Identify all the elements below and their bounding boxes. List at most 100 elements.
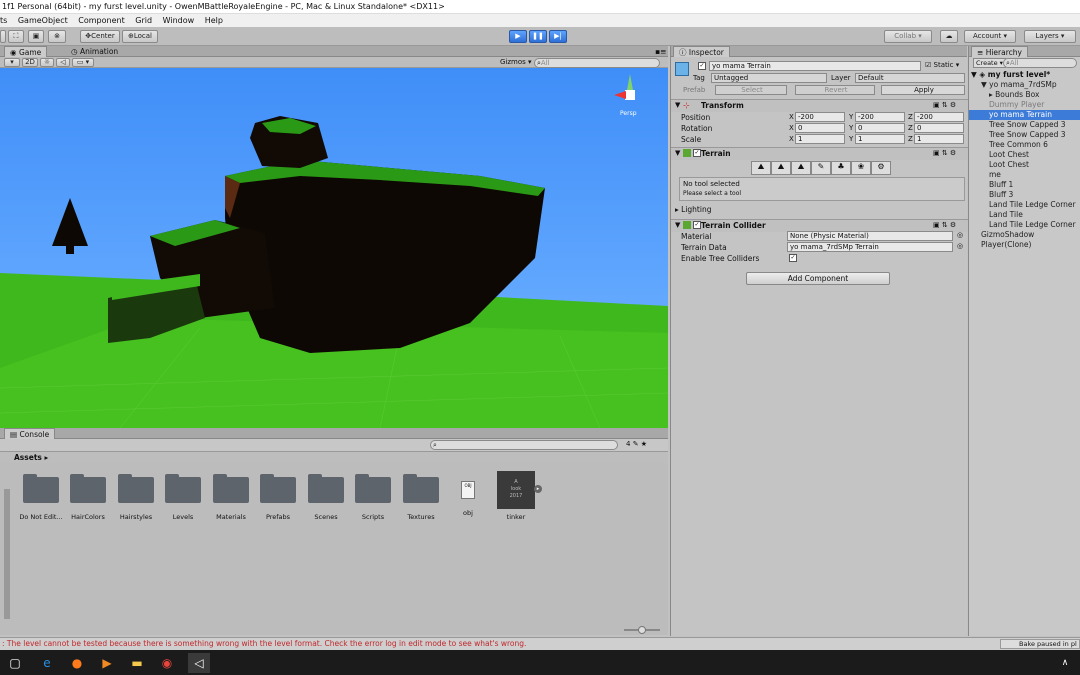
audio-toggle[interactable]: ◁ [56, 58, 70, 67]
rotation-z-field[interactable]: 0 [914, 123, 964, 133]
hand-tool-button[interactable] [0, 30, 6, 43]
collab-button[interactable]: Collab ▾ [884, 30, 932, 43]
account-dropdown[interactable]: Account ▾ [964, 30, 1016, 43]
scale-x-field[interactable]: 1 [795, 134, 845, 144]
hierarchy-item[interactable]: Land Tile Ledge Corner [969, 220, 1080, 230]
rotation-y-field[interactable]: 0 [855, 123, 905, 133]
hierarchy-search-input[interactable]: ⌕All [1003, 58, 1077, 68]
menu-item-grid[interactable]: Grid [135, 16, 152, 25]
filter-icons[interactable]: 4 ✎ ★ [626, 440, 647, 448]
hierarchy-item[interactable]: me [969, 170, 1080, 180]
effects-dropdown[interactable]: ▭ ▾ [72, 58, 94, 67]
component-settings-icon[interactable]: ▣ ⇅ ⚙ [933, 221, 956, 229]
hierarchy-item[interactable]: Tree Snow Capped 3 [969, 120, 1080, 130]
shading-dropdown[interactable]: ▾ [4, 58, 20, 67]
hierarchy-item[interactable]: Loot Chest [969, 160, 1080, 170]
hierarchy-item[interactable]: Loot Chest [969, 150, 1080, 160]
tab-hierarchy[interactable]: ≡ Hierarchy [971, 46, 1028, 57]
pause-button[interactable]: ❚❚ [529, 30, 547, 43]
asset-folder[interactable]: Scenes [303, 474, 349, 521]
scene-gizmo[interactable]: Persp [610, 74, 650, 118]
component-settings-icon[interactable]: ▣ ⇅ ⚙ [933, 149, 956, 157]
static-toggle[interactable]: ☑ Static ▾ [925, 61, 959, 69]
scene-search-input[interactable]: ⌕All [534, 58, 660, 68]
paint-texture-icon[interactable]: ✎ [811, 161, 831, 175]
hierarchy-item[interactable]: GizmoShadow [969, 230, 1080, 240]
file-explorer-icon[interactable]: ▬ [126, 653, 148, 673]
scrollbar[interactable] [4, 489, 10, 619]
layers-dropdown[interactable]: Layers ▾ [1024, 30, 1076, 43]
scale-tool-button[interactable]: ▣ [28, 30, 44, 43]
smooth-height-icon[interactable]: ⛰ [791, 161, 811, 175]
terrain-settings-icon[interactable]: ⚙ [871, 161, 891, 175]
hierarchy-item[interactable]: Land Tile Ledge Corner [969, 200, 1080, 210]
prefab-revert-button[interactable]: Revert [795, 85, 875, 95]
rotation-x-field[interactable]: 0 [795, 123, 845, 133]
pivot-center-button[interactable]: ✥Center [80, 30, 120, 43]
pivot-local-button[interactable]: ⊕Local [122, 30, 158, 43]
component-settings-icon[interactable]: ▣ ⇅ ⚙ [933, 101, 956, 109]
add-component-button[interactable]: Add Component [746, 272, 890, 285]
hierarchy-item[interactable]: Player(Clone) [969, 240, 1080, 250]
lighting-toggle[interactable]: ☼ [40, 58, 54, 67]
scale-z-field[interactable]: 1 [914, 134, 964, 144]
asset-folder[interactable]: Materials [208, 474, 254, 521]
asset-folder[interactable]: Do Not Edit... [18, 474, 64, 521]
task-view-icon[interactable]: ▢ [4, 653, 26, 673]
hierarchy-item[interactable]: Tree Snow Capped 3 [969, 130, 1080, 140]
asset-folder[interactable]: Scripts [350, 474, 396, 521]
raise-terrain-icon[interactable]: ⛰ [751, 161, 771, 175]
chrome-icon[interactable]: ◉ [156, 653, 178, 673]
rect-tool-button[interactable]: ⛶ [8, 30, 24, 43]
terrain-header[interactable]: Terrain [671, 147, 968, 160]
unity-icon[interactable]: ◁ [188, 653, 210, 673]
gizmos-dropdown[interactable]: Gizmos ▾ [500, 58, 532, 66]
asset-folder[interactable]: HairColors [65, 474, 111, 521]
object-name-field[interactable]: yo mama Terrain [709, 61, 921, 71]
asset-file[interactable]: OBJ obj [445, 477, 491, 517]
tab-inspector[interactable]: ⓘ Inspector [673, 46, 730, 57]
hierarchy-item[interactable]: Bluff 3 [969, 190, 1080, 200]
tab-animation[interactable]: ◷ Animation [66, 46, 123, 57]
place-trees-icon[interactable]: ♣ [831, 161, 851, 175]
create-dropdown[interactable]: Create ▾ [973, 58, 1006, 68]
assets-breadcrumb[interactable]: Assets ▸ [0, 452, 668, 463]
terrain-data-field[interactable]: yo mama_7rdSMp Terrain [787, 242, 953, 252]
menu-item-help[interactable]: Help [205, 16, 223, 25]
asset-folder[interactable]: Prefabs [255, 474, 301, 521]
prefab-select-button[interactable]: Select [715, 85, 787, 95]
position-z-field[interactable]: -200 [914, 112, 964, 122]
hierarchy-item[interactable]: yo mama Terrain [969, 110, 1080, 120]
position-x-field[interactable]: -200 [795, 112, 845, 122]
hierarchy-item[interactable]: ▸ Bounds Box [969, 90, 1080, 100]
expand-icon[interactable]: ▸ [534, 485, 542, 493]
layer-dropdown[interactable]: Default [855, 73, 965, 83]
position-y-field[interactable]: -200 [855, 112, 905, 122]
edge-icon[interactable]: e [36, 653, 58, 673]
menu-item-component[interactable]: Component [78, 16, 124, 25]
zoom-slider-handle[interactable] [638, 626, 646, 634]
media-player-icon[interactable]: ▶ [96, 653, 118, 673]
tab-game[interactable]: ◉ Game [4, 46, 48, 57]
project-search-input[interactable]: ⌕ [430, 440, 618, 450]
prefab-apply-button[interactable]: Apply [881, 85, 965, 95]
asset-folder[interactable]: Hairstyles [113, 474, 159, 521]
foldout-icon[interactable]: ▼ [675, 149, 680, 157]
hierarchy-item[interactable]: Dummy Player [969, 100, 1080, 110]
object-picker-icon[interactable]: ◎ [957, 231, 963, 239]
play-button[interactable]: ▶ [509, 30, 527, 43]
paint-height-icon[interactable]: ⛰ [771, 161, 791, 175]
foldout-icon[interactable]: ▼ [675, 221, 680, 229]
hierarchy-item[interactable]: Tree Common 6 [969, 140, 1080, 150]
step-button[interactable]: ▶| [549, 30, 567, 43]
transform-header[interactable]: Transform [671, 99, 968, 112]
menu-item-ts[interactable]: ts [0, 16, 7, 25]
hierarchy-item[interactable]: Bluff 1 [969, 180, 1080, 190]
tray-chevron-icon[interactable]: ∧ [1054, 653, 1076, 673]
hierarchy-item[interactable]: Land Tile [969, 210, 1080, 220]
collider-enabled-checkbox[interactable]: ✓ [693, 221, 701, 229]
cloud-icon[interactable]: ☁ [940, 30, 958, 43]
hierarchy-item[interactable]: ▼ yo mama_7rdSMp [969, 80, 1080, 90]
scene-viewport[interactable]: Persp [0, 68, 668, 428]
tag-dropdown[interactable]: Untagged [711, 73, 827, 83]
